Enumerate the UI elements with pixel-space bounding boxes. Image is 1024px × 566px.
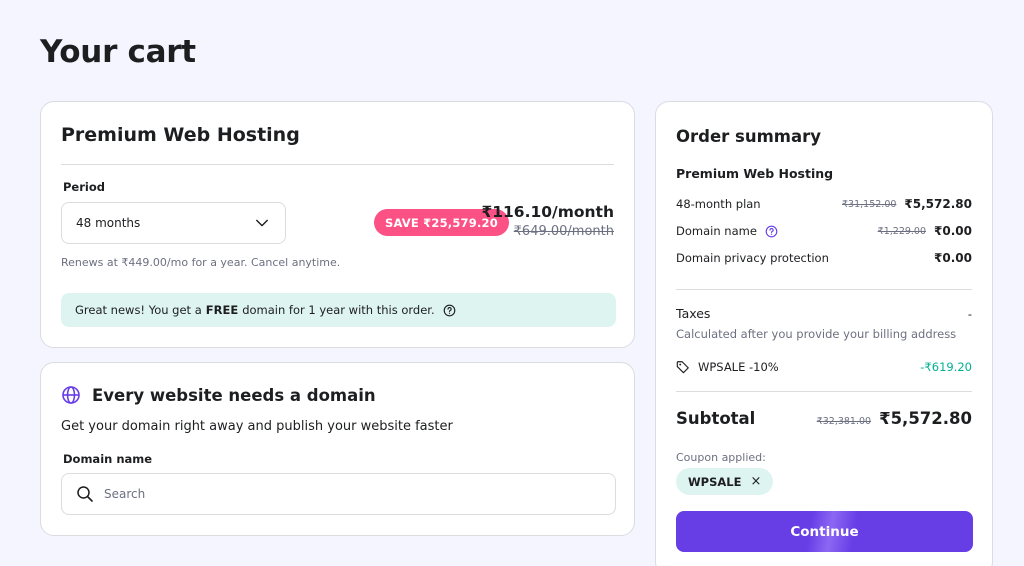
line-price: ₹5,572.80 [904,197,972,211]
line-label: 48-month plan [676,197,761,211]
old-monthly-price: ₹649.00/month [513,224,614,239]
close-icon[interactable]: × [750,474,761,489]
taxes-row: Taxes - [676,306,972,321]
summary-title: Order summary [676,127,822,146]
divider [676,289,972,290]
summary-line-privacy: Domain privacy protection ₹0.00 [676,251,972,265]
line-price: ₹0.00 [934,251,972,265]
coupon-chip: WPSALE × [676,468,774,495]
summary-line-domain: Domain name ₹1,229.00 ₹0.00 [676,224,972,238]
divider [61,164,614,165]
hosting-title: Premium Web Hosting [61,124,300,146]
page-title: Your cart [40,34,196,70]
help-icon[interactable] [443,304,456,317]
domain-subtitle: Get your domain right away and publish y… [61,419,453,434]
continue-button[interactable]: Continue [676,511,973,552]
domain-card: Every website needs a domain Get your do… [40,362,635,536]
banner-text-prefix: Great news! You get a [75,303,202,317]
subtotal-price: ₹5,572.80 [879,409,972,428]
period-select[interactable]: 48 months [61,202,286,244]
globe-icon [62,386,80,404]
period-value: 48 months [76,216,141,230]
line-label: Domain name [676,224,757,238]
banner-text-suffix: domain for 1 year with this order. [242,303,435,317]
period-label: Period [63,180,105,194]
line-old-price: ₹31,152.00 [842,198,897,210]
taxes-value: - [967,306,972,321]
summary-product: Premium Web Hosting [676,166,834,181]
help-icon[interactable] [765,225,778,238]
chevron-down-icon [256,219,268,227]
coupon-applied-label: Coupon applied: [676,451,766,464]
domain-search-box[interactable] [61,473,616,515]
coupon-discount-row: WPSALE -10% -₹619.20 [676,360,972,374]
coupon-line-label: WPSALE -10% [698,360,779,374]
domain-title: Every website needs a domain [92,386,376,405]
hosting-card: Premium Web Hosting Period 48 months SAV… [40,101,635,348]
domain-search-input[interactable] [104,487,584,501]
line-price: ₹0.00 [934,224,972,238]
summary-line-plan: 48-month plan ₹31,152.00 ₹5,572.80 [676,197,972,211]
coupon-line-value: -₹619.20 [920,360,972,374]
tag-icon [676,361,689,374]
domain-field-label: Domain name [63,452,153,466]
free-domain-banner: Great news! You get a FREE domain for 1 … [61,293,616,327]
banner-text-bold: FREE [205,303,239,317]
coupon-code: WPSALE [688,474,742,489]
taxes-label: Taxes [676,306,711,321]
search-icon [77,486,93,502]
order-summary-card: Order summary Premium Web Hosting 48-mon… [655,101,993,566]
subtotal-old-price: ₹32,381.00 [816,416,872,427]
renewal-note: Renews at ₹449.00/mo for a year. Cancel … [61,256,341,269]
line-label: Domain privacy protection [676,251,829,265]
subtotal-value: ₹32,381.00 ₹5,572.80 [817,409,972,428]
line-old-price: ₹1,229.00 [877,225,927,237]
subtotal-label: Subtotal [676,409,756,428]
divider [676,391,972,392]
monthly-price: ₹116.10/month [481,203,614,221]
taxes-note: Calculated after you provide your billin… [676,327,957,341]
